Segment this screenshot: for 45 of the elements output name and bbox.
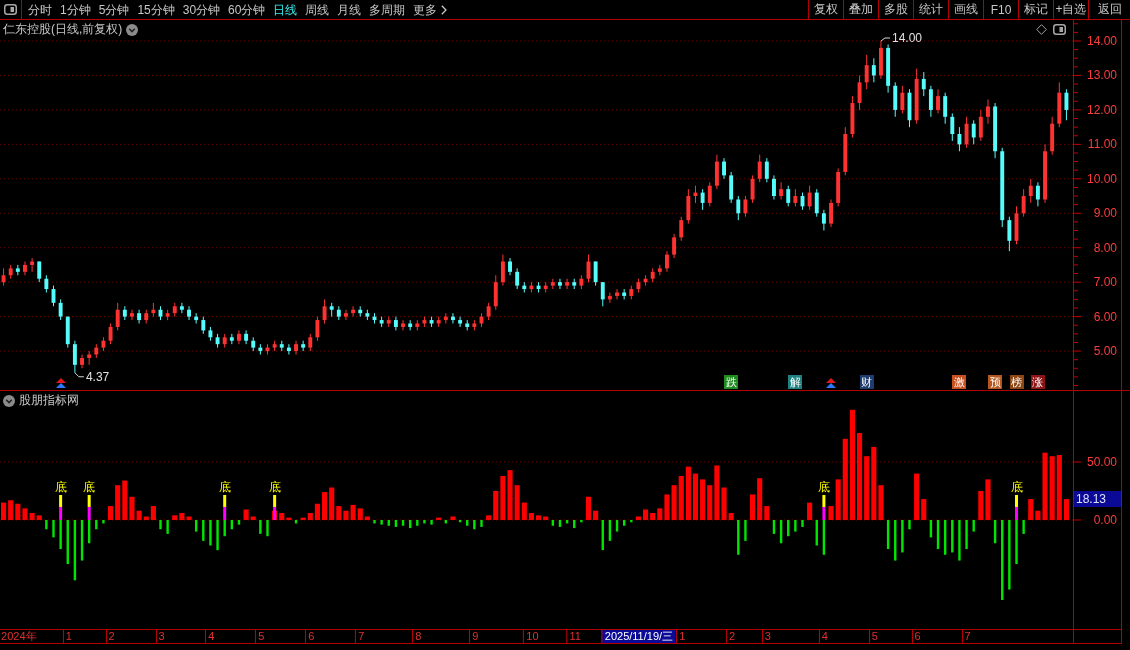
- signal-label: 底: [54, 479, 67, 494]
- time-axis-label: 5: [255, 630, 266, 643]
- chart-title: 仁东控股(日线,前复权): [3, 22, 123, 37]
- annotation: 4.37: [85, 369, 110, 384]
- time-axis-label: 5: [868, 630, 879, 643]
- current-value-label: 18.13: [1074, 491, 1121, 508]
- price-axis-label: 8.00: [1093, 239, 1117, 256]
- time-axis-label: 11: [566, 630, 582, 643]
- time-axis-label: 10: [523, 630, 540, 643]
- cursor-date-label: 2025/11/19/三: [601, 630, 676, 643]
- price-axis-label: 13.00: [1086, 67, 1117, 84]
- indicator-axis-label: 50.00: [1086, 453, 1117, 470]
- time-axis-label: 4: [205, 630, 216, 643]
- time-axis-label: 8: [412, 630, 423, 643]
- time-axis-label: 7: [355, 630, 366, 643]
- time-axis-label: 6: [305, 630, 316, 643]
- time-axis-label: 4: [818, 630, 829, 643]
- time-axis-label: 9: [469, 630, 480, 643]
- time-axis-label: 3: [761, 630, 772, 643]
- time-axis-label: 3: [155, 630, 166, 643]
- time-axis-label: 2024年: [0, 630, 38, 643]
- price-axis-label: 12.00: [1086, 101, 1117, 118]
- signal-label: 底: [268, 479, 281, 494]
- price-axis-label: 11.00: [1087, 136, 1117, 153]
- indicator-axis-label: 0.00: [1093, 511, 1117, 528]
- price-axis-label: 5.00: [1093, 343, 1117, 360]
- price-axis-label: 10.00: [1086, 170, 1117, 187]
- annotation: 14.00: [891, 31, 923, 46]
- high-price-callout: 14.00: [880, 31, 922, 45]
- time-axis-label: 2: [726, 630, 737, 643]
- chart-title: 股朋指标网: [19, 393, 79, 408]
- time-axis-label: 2: [105, 630, 116, 643]
- price-axis-label: 6.00: [1093, 308, 1117, 325]
- price-axis-label: 14.00: [1086, 33, 1117, 49]
- signal-label: 底: [1010, 479, 1023, 494]
- time-axis-label: 6: [911, 630, 922, 643]
- low-price-callout: 4.37: [74, 369, 110, 384]
- signal-label: 底: [218, 479, 231, 494]
- time-axis-label: 1: [62, 630, 73, 643]
- signal-label: 底: [817, 479, 830, 494]
- time-axis-label: 7: [961, 630, 972, 643]
- time-axis-label: 1: [676, 630, 687, 643]
- price-axis-label: 9.00: [1093, 205, 1117, 222]
- signal-label: 底: [83, 479, 96, 494]
- price-axis-label: 7.00: [1093, 274, 1117, 291]
